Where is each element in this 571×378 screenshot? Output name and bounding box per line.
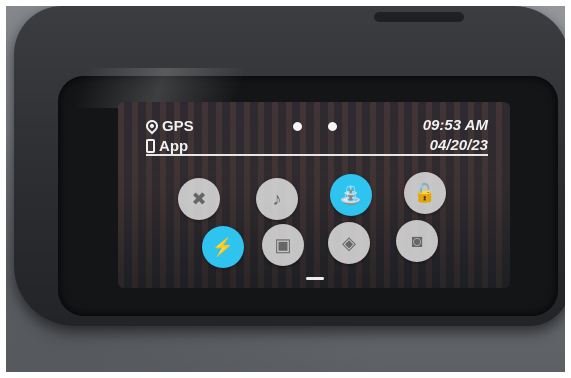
portrait-frame-icon: ▣ xyxy=(274,234,292,255)
screen-settings-toggle[interactable]: ◙ xyxy=(396,220,438,262)
gps-status: GPS xyxy=(143,116,194,136)
unlock-icon: 🔓 xyxy=(413,182,437,203)
datetime-display: 09:53 AM 04/20/23 xyxy=(423,116,488,156)
page-indicator xyxy=(293,122,337,131)
voice-off-icon: ✖ xyxy=(191,188,207,209)
phone-icon xyxy=(146,139,155,153)
swipe-handle[interactable] xyxy=(306,277,324,280)
sound-toggle[interactable]: ♪ xyxy=(256,178,298,220)
time-display: 09:53 AM xyxy=(422,117,488,134)
lightning-icon: ⚡ xyxy=(211,236,235,257)
app-status: App xyxy=(146,136,194,156)
front-screen-toggle[interactable]: ▣ xyxy=(262,224,304,266)
music-note-icon: ♪ xyxy=(272,188,282,209)
lock-toggle[interactable]: 🔓 xyxy=(404,172,446,214)
gps-pin-icon xyxy=(143,117,161,135)
page-dot xyxy=(293,122,302,131)
hydro-mode-icon: ⛲ xyxy=(339,184,363,205)
status-divider xyxy=(146,154,488,156)
quick-capture-toggle[interactable]: ⚡ xyxy=(202,226,244,268)
voice-control-toggle[interactable]: ✖ xyxy=(178,178,220,220)
orientation-toggle[interactable]: ◈ xyxy=(328,222,370,264)
connectivity-status: GPS App xyxy=(143,116,194,156)
gps-label: GPS xyxy=(162,117,194,135)
page-dot xyxy=(328,122,337,131)
app-label: App xyxy=(159,137,189,155)
screen-icon: ◙ xyxy=(411,230,423,251)
orientation-icon: ◈ xyxy=(342,232,356,253)
hydrophobic-mode-toggle[interactable]: ⛲ xyxy=(330,174,372,216)
camera-screen: GPS App 09:53 AM 04/20/23 ✖ ♪ ⛲ 🔓 ⚡ ▣ ◈ … xyxy=(118,102,510,288)
camera-top-button xyxy=(374,12,464,22)
date-display: 04/20/23 xyxy=(429,137,488,154)
